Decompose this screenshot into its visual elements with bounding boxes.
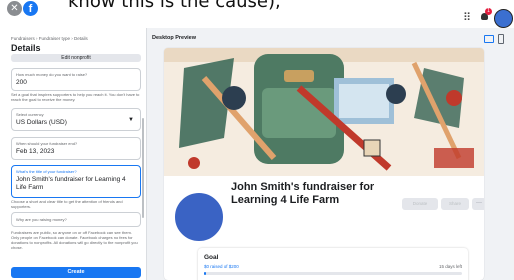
goal-amount-label: How much money do you want to raise? xyxy=(16,72,88,77)
notification-badge: 1 xyxy=(485,8,492,15)
cover-illustration xyxy=(164,48,484,176)
fundraiser-preview-card: John Smith's fundraiser for Learning 4 L… xyxy=(164,48,484,280)
goal-progress-bar xyxy=(204,272,462,275)
share-button[interactable]: Share xyxy=(441,198,469,210)
end-date-label: When should your fundraiser end? xyxy=(16,141,78,146)
goal-card: Goal $0 raised of $200 15 days left xyxy=(198,248,468,280)
account-avatar[interactable] xyxy=(494,9,513,28)
menu-grid-icon[interactable]: ⠿ xyxy=(463,11,471,24)
fundraiser-title-value: John Smith's fundraiser for Learning 4 L… xyxy=(16,176,126,191)
fundraiser-title-help: Choose a short and clear title to get th… xyxy=(11,199,123,209)
facebook-logo-icon[interactable]: f xyxy=(23,1,38,16)
caption-text: know this is the cause), xyxy=(68,0,281,12)
goal-amount-help: Set a goal that inspires supporters to h… xyxy=(11,92,140,102)
reason-field[interactable]: Why are you raising money? xyxy=(11,212,141,227)
fundraiser-avatar xyxy=(173,191,225,243)
create-button[interactable]: Create xyxy=(11,267,141,278)
form-scrollbar[interactable] xyxy=(142,118,144,218)
edit-nonprofit-button[interactable]: Edit nonprofit xyxy=(11,54,141,62)
fundraiser-title: John Smith's fundraiser for Learning 4 L… xyxy=(231,181,375,206)
breadcrumb[interactable]: Fundraisers › Fundraiser type › Details xyxy=(11,36,88,41)
mobile-preview-icon[interactable] xyxy=(498,34,504,44)
goal-days-left: 15 days left xyxy=(438,264,462,269)
desktop-preview-icon[interactable] xyxy=(484,35,494,43)
fundraiser-title-field[interactable]: What's the title of your fundraiser? Joh… xyxy=(11,165,141,198)
end-date-value: Feb 13, 2023 xyxy=(16,148,55,155)
chevron-down-icon: ▼ xyxy=(128,117,134,123)
currency-value: US Dollars (USD) xyxy=(16,119,67,126)
close-icon[interactable]: ✕ xyxy=(7,1,22,16)
goal-raised-text: $0 raised of $200 xyxy=(204,264,239,269)
currency-label: Select currency xyxy=(16,112,44,117)
end-date-field[interactable]: When should your fundraiser end? Feb 13,… xyxy=(11,137,141,160)
reason-label: Why are you raising money? xyxy=(16,217,67,222)
privacy-notice: Fundraisers are public, so anyone on or … xyxy=(11,230,138,250)
goal-amount-value: 200 xyxy=(16,79,27,86)
fundraiser-title-label: What's the title of your fundraiser? xyxy=(16,169,77,174)
preview-heading: Desktop Preview xyxy=(152,35,197,41)
more-options-button[interactable]: ··· xyxy=(472,198,484,210)
donate-button[interactable]: Donate xyxy=(402,198,438,210)
page-title: Details xyxy=(11,43,41,53)
goal-amount-field[interactable]: How much money do you want to raise? 200 xyxy=(11,68,141,91)
goal-label: Goal xyxy=(204,254,219,261)
goal-progress-fill xyxy=(204,272,206,275)
details-panel: Fundraisers › Fundraiser type › Details … xyxy=(0,28,147,280)
currency-select[interactable]: Select currency US Dollars (USD) ▼ xyxy=(11,108,141,131)
top-nav-right: ⠿ 1 xyxy=(414,8,514,28)
preview-panel: Desktop Preview John Smith's fundraiser … xyxy=(147,28,514,280)
